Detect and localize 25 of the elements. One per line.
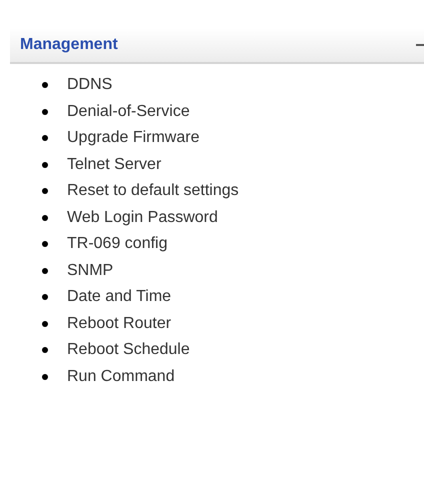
bullet-icon bbox=[42, 374, 48, 380]
menu-link[interactable]: SNMP bbox=[67, 258, 114, 283]
bullet-icon bbox=[42, 268, 48, 274]
menu-link[interactable]: Denial-of-Service bbox=[67, 100, 190, 124]
menu-link[interactable]: Run Command bbox=[67, 364, 175, 389]
bullet-icon bbox=[42, 162, 48, 168]
menu-link[interactable]: Reboot Schedule bbox=[67, 338, 190, 362]
menu-link[interactable]: Reset to default settings bbox=[67, 179, 239, 204]
menu-link[interactable]: Upgrade Firmware bbox=[67, 126, 200, 150]
bullet-icon bbox=[42, 347, 48, 354]
section-title: Management bbox=[20, 35, 118, 55]
menu-link[interactable]: Web Login Password bbox=[67, 206, 218, 230]
menu-link[interactable]: Telnet Server bbox=[67, 152, 162, 177]
bullet-icon bbox=[42, 214, 48, 221]
bullet-icon bbox=[42, 82, 48, 88]
menu-link[interactable]: Date and Time bbox=[67, 285, 172, 310]
menu-link[interactable]: DDNS bbox=[67, 73, 112, 98]
bullet-icon bbox=[42, 188, 48, 194]
menu-link[interactable]: Reboot Router bbox=[67, 312, 172, 336]
bullet-icon bbox=[42, 108, 48, 115]
bullet-icon bbox=[42, 241, 48, 248]
menu-link[interactable]: TR-069 config bbox=[67, 232, 168, 256]
bullet-icon bbox=[42, 320, 48, 327]
bullet-icon bbox=[42, 135, 48, 142]
bullet-icon bbox=[42, 294, 48, 300]
